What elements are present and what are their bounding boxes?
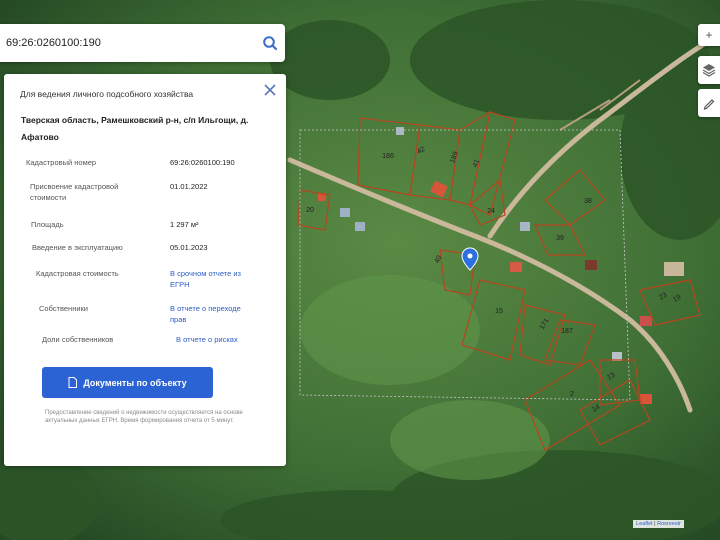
row-value: 01.01.2022: [170, 182, 208, 191]
map-attribution: Leaflet | Rosreestr: [633, 520, 684, 528]
parcel-address: Тверская область, Рамешковский р-н, с/п …: [21, 115, 249, 142]
map-control-top[interactable]: +: [698, 24, 720, 46]
plus-icon: +: [705, 28, 713, 42]
parcel-number-label: 2: [570, 391, 574, 398]
parcel-number-label: 24: [487, 208, 495, 215]
row-key: Собственники: [39, 304, 88, 313]
search-icon: [263, 36, 278, 51]
documents-button-label: Документы по объекту: [83, 377, 187, 388]
parcel-number-label: 187: [561, 328, 573, 335]
row-value: 69:26:0260100:190: [170, 158, 235, 167]
land-purpose: Для ведения личного подсобного хозяйства: [20, 89, 194, 99]
pencil-icon: [703, 99, 715, 110]
parcel-number-label: 38: [584, 198, 592, 205]
row-value: 1 297 м²: [170, 220, 199, 229]
close-icon[interactable]: [262, 82, 278, 98]
search-input[interactable]: [0, 36, 255, 50]
row-value: 05.01.2023: [170, 243, 208, 252]
row-key: Доли собственников: [42, 335, 114, 344]
row-key: Кадастровая стоимость: [36, 269, 119, 278]
rosreestr-link[interactable]: Rosreestr: [657, 521, 681, 527]
layers-icon: [702, 64, 716, 77]
parcel-number-label: 15: [495, 308, 503, 315]
parcel-number-label: 186: [382, 153, 394, 160]
documents-button[interactable]: Документы по объекту: [42, 367, 213, 398]
parcel-info-panel: Для ведения личного подсобного хозяйства…: [4, 74, 286, 466]
leaflet-link[interactable]: Leaflet: [636, 521, 653, 527]
parcel-number-label: 39: [556, 235, 564, 242]
egrn-footnote: Предоставление сведений о недвижимости о…: [45, 410, 243, 424]
egrn-report-link[interactable]: В срочном отчете из ЕГРН: [170, 268, 248, 290]
risks-report-link[interactable]: В отчете о рисках: [176, 334, 238, 345]
row-key: Кадастровый номер: [26, 158, 97, 167]
draw-button[interactable]: [698, 89, 720, 117]
layers-button[interactable]: [698, 56, 720, 84]
rights-transfer-report-link[interactable]: В отчете о переходе прав: [170, 303, 248, 325]
row-key: Присвоение кадастровой стоимости: [30, 182, 119, 202]
search-bar[interactable]: [0, 24, 285, 62]
parcel-number-label: 20: [306, 207, 314, 214]
row-key: Площадь: [31, 220, 64, 229]
document-icon: [68, 377, 78, 388]
row-key: Введение в эксплуатацию: [32, 243, 123, 252]
search-button[interactable]: [255, 28, 285, 58]
